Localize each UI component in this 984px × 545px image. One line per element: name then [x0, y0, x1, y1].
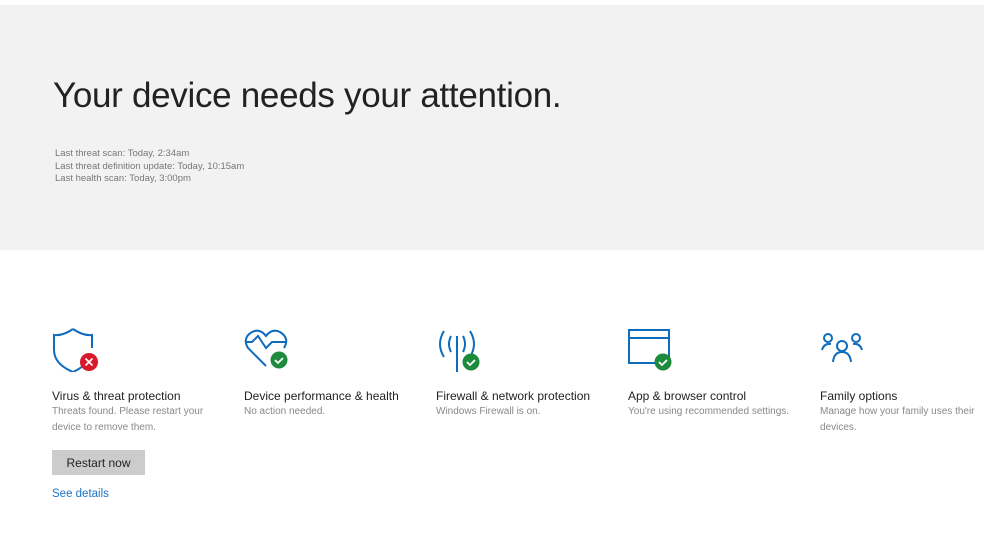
card-title: Virus & threat protection: [52, 389, 181, 403]
see-details-link[interactable]: See details: [52, 488, 109, 500]
card-title: Device performance & health: [244, 389, 399, 403]
card-title: App & browser control: [628, 389, 747, 403]
family-icon: [820, 326, 870, 372]
card-description: Windows Firewall is on.: [436, 406, 541, 417]
card-device-health[interactable]: Device performance & health No action ne…: [244, 326, 414, 420]
card-description: You're using recommended settings.: [628, 406, 790, 417]
card-title: Family options: [820, 389, 898, 403]
scan-info: Last threat scan: Today, 2:34am Last thr…: [55, 148, 244, 186]
card-virus-threat[interactable]: Virus & threat protection Threats found.…: [52, 326, 222, 436]
browser-window-icon: [628, 326, 678, 372]
card-family[interactable]: Family options Manage how your family us…: [820, 326, 984, 436]
card-firewall[interactable]: Firewall & network protection Windows Fi…: [436, 326, 606, 420]
last-definition-update: Last threat definition update: Today, 10…: [55, 160, 245, 172]
antenna-icon: [436, 326, 486, 372]
card-app-browser[interactable]: App & browser control You're using recom…: [628, 326, 798, 420]
card-description: No action needed.: [244, 406, 326, 417]
card-description: Manage how your family uses their device…: [820, 406, 975, 433]
status-banner: Your device needs your attention. Last t…: [0, 5, 984, 250]
last-health-scan: Last health scan: Today, 3:00pm: [55, 173, 191, 184]
card-title: Firewall & network protection: [436, 389, 591, 403]
heart-pulse-icon: [244, 326, 294, 372]
restart-now-button[interactable]: Restart now: [52, 450, 145, 475]
page-title: Your device needs your attention.: [53, 76, 562, 115]
last-threat-scan: Last threat scan: Today, 2:34am: [55, 148, 190, 159]
shield-icon: [52, 326, 102, 372]
card-description: Threats found. Please restart your devic…: [52, 406, 204, 433]
